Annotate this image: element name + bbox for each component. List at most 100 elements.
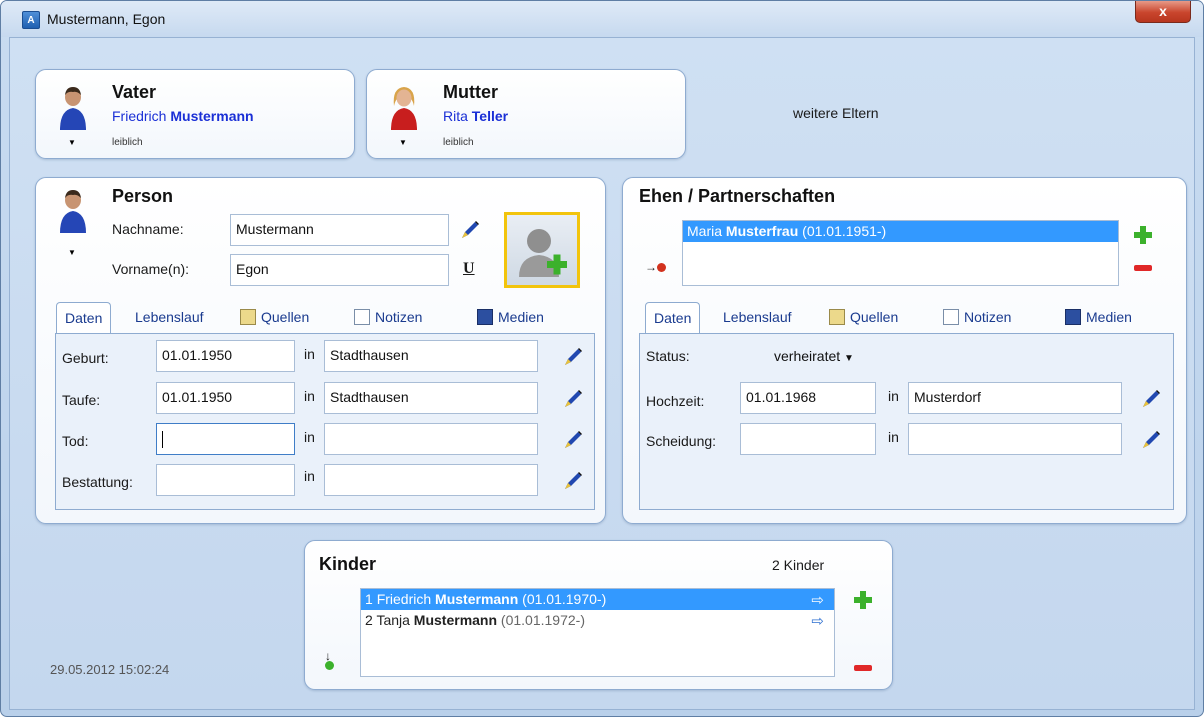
birth-label: Geburt:	[62, 350, 109, 366]
death-label: Tod:	[62, 433, 89, 449]
divorce-label: Scheidung:	[646, 433, 717, 449]
person-data-panel: Geburt: 01.01.1950 in Stadthausen Taufe:…	[55, 333, 595, 510]
media-icon	[477, 309, 493, 325]
mother-role: Mutter	[443, 82, 498, 102]
mother-card[interactable]: ▼ Mutter Rita Teller leiblich	[366, 69, 686, 159]
add-icon[interactable]	[854, 591, 872, 609]
add-photo-icon	[519, 229, 567, 277]
baptism-date-field[interactable]: 01.01.1950	[156, 382, 295, 414]
title-bar[interactable]: A Mustermann, Egon x	[1, 1, 1203, 37]
remove-icon[interactable]	[854, 665, 872, 671]
wedding-label: Hochzeit:	[646, 393, 705, 409]
given-names-label: Vorname(n):	[112, 261, 190, 277]
tab-daten[interactable]: Daten	[645, 302, 701, 334]
tab-notizen[interactable]: Notizen	[943, 302, 1011, 334]
edit-pen-icon[interactable]	[562, 388, 584, 410]
close-button[interactable]: x	[1135, 1, 1191, 23]
list-item[interactable]: 1 Friedrich Mustermann (01.01.1970-) ⇨	[361, 589, 834, 610]
edit-pen-icon[interactable]	[1140, 388, 1162, 410]
status-label: Status:	[646, 348, 690, 364]
arrow-right-icon[interactable]: ⇨	[811, 590, 824, 611]
given-names-field[interactable]: Egon	[230, 254, 449, 286]
burial-label: Bestattung:	[62, 474, 133, 490]
mother-dropdown-caret[interactable]: ▼	[399, 138, 407, 147]
arrow-right-icon[interactable]: ⇨	[811, 611, 824, 632]
children-title: Kinder	[319, 554, 377, 574]
burial-date-field[interactable]	[156, 464, 295, 496]
app-icon: A	[22, 11, 40, 29]
tab-lebenslauf[interactable]: Lebenslauf	[723, 302, 792, 334]
female-person-icon	[391, 87, 417, 130]
in-label: in	[888, 429, 899, 445]
surname-label: Nachname:	[112, 221, 184, 237]
marriages-title: Ehen / Partnerschaften	[639, 186, 836, 206]
edit-pen-icon[interactable]	[459, 219, 481, 241]
father-dropdown-caret[interactable]: ▼	[68, 138, 76, 147]
status-dropdown[interactable]: verheiratet ▼	[774, 348, 854, 364]
person-card: ▼ Person Nachname: Mustermann Vorname(n)…	[35, 177, 606, 524]
tab-quellen[interactable]: Quellen	[240, 302, 309, 334]
tab-daten[interactable]: Daten	[56, 302, 112, 334]
tab-quellen[interactable]: Quellen	[829, 302, 898, 334]
window-title: Mustermann, Egon	[47, 11, 166, 27]
father-card[interactable]: ▼ Vater Friedrich Mustermann leiblich	[35, 69, 355, 159]
children-card: Kinder 2 Kinder 1 Friedrich Mustermann (…	[304, 540, 893, 690]
divorce-place-field[interactable]	[908, 423, 1122, 455]
tab-lebenslauf[interactable]: Lebenslauf	[135, 302, 204, 334]
surname-field[interactable]: Mustermann	[230, 214, 449, 246]
edit-pen-icon[interactable]	[562, 470, 584, 492]
person-title: Person	[112, 186, 174, 206]
mother-name-link[interactable]: Rita Teller	[443, 108, 508, 124]
list-item[interactable]: Maria Musterfrau (01.01.1951-)	[683, 221, 1118, 242]
death-place-field[interactable]	[324, 423, 538, 455]
edit-pen-icon[interactable]	[1140, 429, 1162, 451]
text-cursor	[162, 430, 163, 448]
main-window: A Mustermann, Egon x ▼ Vater Friedrich M…	[0, 0, 1204, 717]
in-label: in	[888, 388, 899, 404]
in-label: in	[304, 388, 315, 404]
edit-pen-icon[interactable]	[562, 346, 584, 368]
more-parents-link[interactable]: weitere Eltern	[793, 105, 879, 121]
list-item[interactable]: 2 Tanja Mustermann (01.01.1972-) ⇨	[361, 610, 834, 631]
marriages-list[interactable]: Maria Musterfrau (01.01.1951-)	[682, 220, 1119, 286]
birth-date-field[interactable]: 01.01.1950	[156, 340, 295, 372]
male-person-icon	[60, 190, 86, 233]
person-tabs: Daten Lebenslauf Quellen Notizen Medien	[56, 302, 596, 334]
divorce-date-field[interactable]	[740, 423, 876, 455]
wedding-place-field[interactable]: Musterdorf	[908, 382, 1122, 414]
marriage-data-panel: Status: verheiratet ▼ Hochzeit: 01.01.19…	[639, 333, 1174, 510]
client-area: ▼ Vater Friedrich Mustermann leiblich ▼ …	[9, 37, 1195, 710]
person-dropdown-caret[interactable]: ▼	[68, 248, 76, 257]
link-down-icon[interactable]: ↓	[325, 650, 334, 671]
wedding-date-field[interactable]: 01.01.1968	[740, 382, 876, 414]
tab-medien[interactable]: Medien	[477, 302, 544, 334]
remove-icon[interactable]	[1134, 265, 1152, 271]
birth-place-field[interactable]: Stadthausen	[324, 340, 538, 372]
sources-icon	[829, 309, 845, 325]
underline-button[interactable]: U	[463, 260, 475, 278]
link-arrow-icon[interactable]: →	[645, 260, 666, 274]
chevron-down-icon: ▼	[844, 353, 854, 364]
media-icon	[1065, 309, 1081, 325]
timestamp: 29.05.2012 15:02:24	[50, 662, 170, 677]
add-icon[interactable]	[1134, 226, 1152, 244]
death-date-field[interactable]	[156, 423, 295, 455]
burial-place-field[interactable]	[324, 464, 538, 496]
sources-icon	[240, 309, 256, 325]
children-list[interactable]: 1 Friedrich Mustermann (01.01.1970-) ⇨ 2 …	[360, 588, 835, 677]
tab-notizen[interactable]: Notizen	[354, 302, 422, 334]
father-name-link[interactable]: Friedrich Mustermann	[112, 108, 254, 124]
marriage-tabs: Daten Lebenslauf Quellen Notizen Medien	[645, 302, 1175, 334]
male-person-icon	[60, 87, 86, 130]
children-count: 2 Kinder	[772, 557, 825, 573]
edit-pen-icon[interactable]	[562, 429, 584, 451]
photo-add-button[interactable]	[504, 212, 580, 288]
in-label: in	[304, 468, 315, 484]
notes-icon	[943, 309, 959, 325]
father-role: Vater	[112, 82, 157, 102]
in-label: in	[304, 429, 315, 445]
baptism-label: Taufe:	[62, 392, 101, 408]
tab-medien[interactable]: Medien	[1065, 302, 1132, 334]
in-label: in	[304, 346, 315, 362]
baptism-place-field[interactable]: Stadthausen	[324, 382, 538, 414]
